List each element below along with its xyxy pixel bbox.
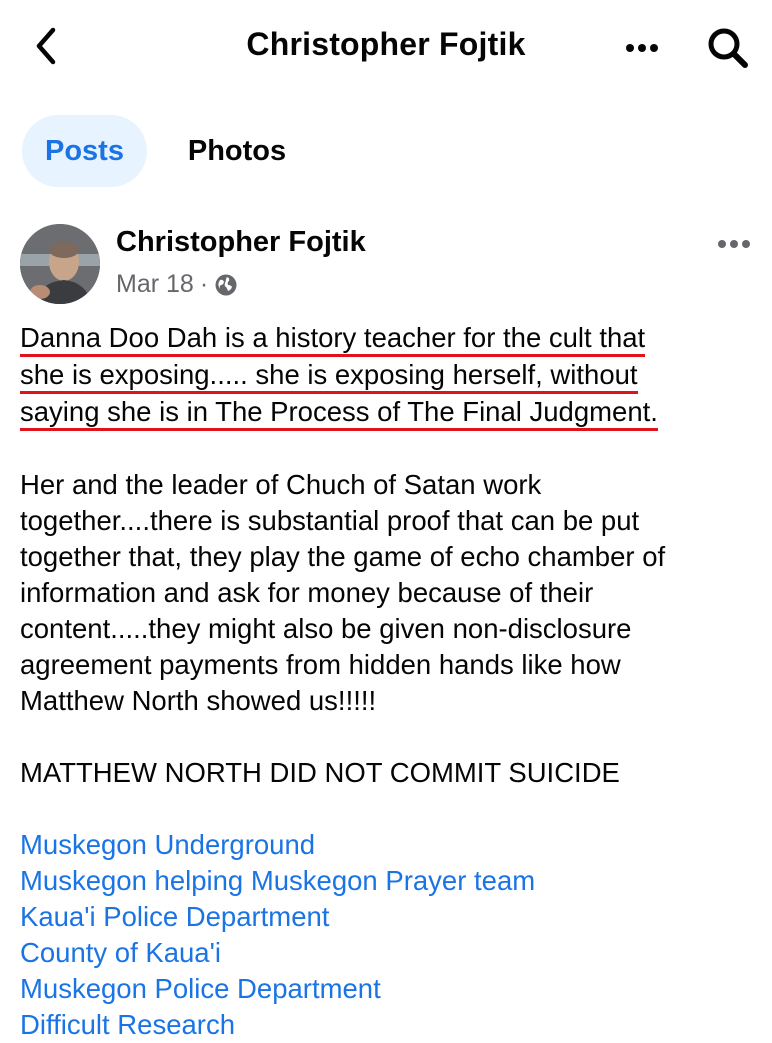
tag-link-muskegon-prayer-team[interactable]: Muskegon helping Muskegon Prayer team xyxy=(20,863,760,899)
tag-link-muskegon-police[interactable]: Muskegon Police Department xyxy=(20,971,760,1007)
more-horizontal-icon xyxy=(718,240,750,248)
highlighted-text: Danna Doo Dah is a history teacher for t… xyxy=(20,321,646,357)
post-text: Danna Doo Dah is a history teacher for t… xyxy=(20,320,760,1043)
post-text-line: together....there is substantial proof t… xyxy=(20,505,640,536)
post-text-line: saying she is in The Process of The Fina… xyxy=(20,394,760,431)
post-text-line: Her and the leader of Chuch of Satan wor… xyxy=(20,469,542,500)
globe-icon xyxy=(215,274,237,295)
post-text-line: agreement payments from hidden hands lik… xyxy=(20,649,621,680)
post-author[interactable]: Christopher Fojtik xyxy=(116,226,366,259)
search-icon xyxy=(708,28,748,68)
post-meta: Mar 18 · xyxy=(116,270,238,299)
more-horizontal-icon xyxy=(626,44,658,52)
post-text-line: together that, they play the game of ech… xyxy=(20,541,666,572)
highlighted-text: saying she is in The Process of The Fina… xyxy=(20,395,658,431)
post-text-line: she is exposing..... she is exposing her… xyxy=(20,357,760,394)
post-text-line: Matthew North showed us!!!!! xyxy=(20,685,377,716)
post-text-line: information and ask for money because of… xyxy=(20,577,594,608)
avatar-photo xyxy=(20,224,100,304)
more-options-button[interactable] xyxy=(620,26,664,70)
post-text-line: content.....they might also be given non… xyxy=(20,613,632,644)
post-options-button[interactable] xyxy=(712,232,756,256)
meta-separator: · xyxy=(199,270,209,298)
post-text-line: MATTHEW NORTH DID NOT COMMIT SUICIDE xyxy=(20,757,620,788)
tag-link-kauai-police[interactable]: Kaua'i Police Department xyxy=(20,899,760,935)
tag-link-muskegon-underground[interactable]: Muskegon Underground xyxy=(20,827,760,863)
search-button[interactable] xyxy=(702,22,754,74)
avatar[interactable] xyxy=(20,224,100,304)
tab-photos[interactable]: Photos xyxy=(172,115,302,187)
post-text-line: Danna Doo Dah is a history teacher for t… xyxy=(20,320,760,357)
tab-posts[interactable]: Posts xyxy=(22,115,147,187)
top-bar: Christopher Fojtik xyxy=(0,0,772,96)
post-date[interactable]: Mar 18 xyxy=(116,270,194,299)
highlighted-text: she is exposing..... she is exposing her… xyxy=(20,358,638,394)
tag-link-county-of-kauai[interactable]: County of Kaua'i xyxy=(20,935,760,971)
